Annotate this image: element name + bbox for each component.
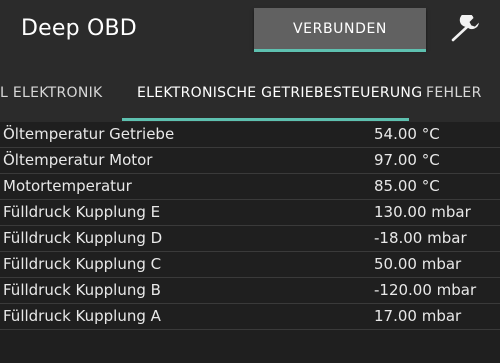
list-item: Fülldruck Kupplung E 130.00 mbar [0, 200, 500, 226]
tab-elektronik[interactable]: L ELEKTRONIK [0, 85, 103, 101]
wrench-icon[interactable] [446, 14, 482, 46]
list-item: Fülldruck Kupplung A 17.00 mbar [0, 304, 500, 330]
connect-button[interactable]: VERBUNDEN [254, 8, 426, 49]
reading-name: Motortemperatur [3, 177, 132, 195]
tab-getriebesteuerung[interactable]: ELEKTRONISCHE GETRIEBESTEUERUNG [137, 85, 422, 101]
wrench-icon-graphic [451, 15, 479, 42]
list-item: Fülldruck Kupplung D -18.00 mbar [0, 226, 500, 252]
connect-button-underline [254, 49, 426, 52]
list-item: Fülldruck Kupplung C 50.00 mbar [0, 252, 500, 278]
app-bar: Deep OBD VERBUNDEN [0, 0, 500, 64]
tab-bar: L ELEKTRONIK ELEKTRONISCHE GETRIEBESTEUE… [0, 64, 500, 122]
reading-name: Fülldruck Kupplung C [3, 255, 162, 273]
reading-name: Fülldruck Kupplung D [3, 229, 163, 247]
reading-value: 130.00 mbar [374, 203, 471, 221]
reading-name: Öltemperatur Motor [3, 151, 153, 169]
list-item: Öltemperatur Motor 97.00 °C [0, 148, 500, 174]
app-title: Deep OBD [21, 16, 137, 41]
readings-list: Öltemperatur Getriebe 54.00 °C Öltempera… [0, 122, 500, 330]
tab-fehler[interactable]: FEHLER [426, 85, 482, 101]
active-tab-indicator [122, 118, 409, 121]
list-item: Öltemperatur Getriebe 54.00 °C [0, 122, 500, 148]
reading-value: -18.00 mbar [374, 229, 467, 247]
reading-value: 85.00 °C [374, 177, 440, 195]
reading-value: 50.00 mbar [374, 255, 462, 273]
reading-name: Fülldruck Kupplung A [3, 307, 161, 325]
reading-value: 54.00 °C [374, 125, 440, 143]
reading-name: Fülldruck Kupplung B [3, 281, 161, 299]
reading-value: 17.00 mbar [374, 307, 462, 325]
list-item: Motortemperatur 85.00 °C [0, 174, 500, 200]
reading-value: 97.00 °C [374, 151, 440, 169]
list-item: Fülldruck Kupplung B -120.00 mbar [0, 278, 500, 304]
reading-name: Öltemperatur Getriebe [3, 125, 175, 143]
reading-value: -120.00 mbar [374, 281, 477, 299]
reading-name: Fülldruck Kupplung E [3, 203, 161, 221]
